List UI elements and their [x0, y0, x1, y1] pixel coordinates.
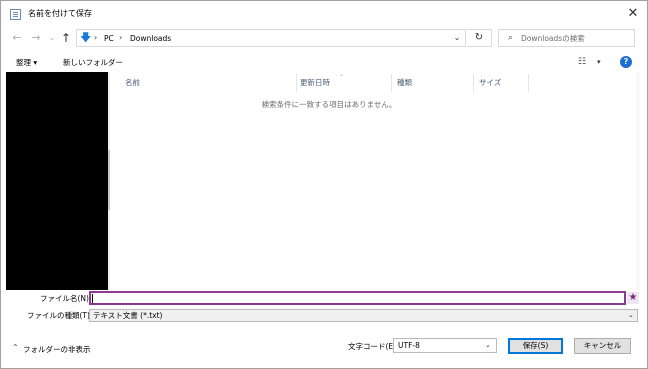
- navigation-bar: ← → ⌄ ↑ 🡇 › PC › Downloads ⌄ ↻ ⌕ Downloa…: [1, 27, 647, 51]
- chevron-up-icon[interactable]: ⌃: [12, 343, 19, 352]
- up-button[interactable]: ↑: [59, 31, 73, 45]
- address-dropdown-icon[interactable]: ⌄: [451, 32, 463, 44]
- column-header-modified[interactable]: 更新日時: [300, 78, 330, 87]
- notepad-icon: [10, 9, 21, 20]
- navigation-pane[interactable]: [6, 72, 108, 290]
- hide-folders-button[interactable]: フォルダーの非表示: [23, 345, 91, 354]
- search-input[interactable]: ⌕ Downloadsの検索: [498, 29, 635, 47]
- back-button[interactable]: ←: [10, 31, 24, 45]
- column-header-name[interactable]: 名前: [125, 78, 140, 87]
- filetype-value: テキスト文書 (*.txt): [93, 311, 163, 320]
- chevron-down-icon: ⌄: [485, 341, 491, 349]
- breadcrumb-pc[interactable]: PC: [104, 34, 114, 43]
- dialog-footer: ⌃ フォルダーの非表示 文字コード(E): UTF-8 ⌄ 保存(S) キャンセ…: [1, 333, 647, 363]
- refresh-button[interactable]: ↻: [467, 29, 492, 47]
- column-divider[interactable]: [473, 74, 474, 92]
- filetype-select[interactable]: テキスト文書 (*.txt) ⌄: [89, 309, 638, 322]
- search-placeholder: Downloadsの検索: [521, 34, 585, 43]
- organize-button[interactable]: 整理 ▾: [16, 58, 37, 67]
- column-header-size[interactable]: サイズ: [479, 78, 501, 87]
- download-arrow-icon: 🡇: [80, 31, 92, 44]
- breadcrumb-downloads[interactable]: Downloads: [130, 34, 171, 43]
- filename-field[interactable]: [89, 291, 626, 305]
- chevron-down-icon: ⌄: [628, 311, 634, 319]
- encoding-label: 文字コード(E):: [348, 342, 399, 351]
- file-list[interactable]: 名前 ⌄ 更新日時 種類 サイズ 検索条件に一致する項目はありません。: [110, 71, 636, 290]
- search-icon: ⌕: [508, 33, 514, 43]
- save-button[interactable]: 保存(S): [508, 338, 563, 354]
- address-bar[interactable]: 🡇 › PC › Downloads ⌄: [76, 29, 466, 47]
- filetype-label: ファイルの種類(T):: [27, 311, 93, 320]
- new-folder-button[interactable]: 新しいフォルダー: [63, 58, 123, 67]
- recent-locations-button[interactable]: ⌄: [45, 31, 59, 45]
- help-icon[interactable]: ?: [620, 56, 632, 68]
- breadcrumb-separator: ›: [119, 33, 123, 42]
- window-title: 名前を付けて保存: [28, 9, 92, 18]
- sort-indicator-icon: ⌄: [339, 71, 345, 78]
- close-button[interactable]: ✕: [622, 3, 644, 25]
- view-dropdown-icon[interactable]: ▾: [597, 58, 601, 66]
- forward-button[interactable]: →: [29, 31, 43, 45]
- cancel-button[interactable]: キャンセル: [574, 338, 631, 354]
- empty-results-message: 検索条件に一致する項目はありません。: [261, 100, 397, 109]
- file-list-scrollbar[interactable]: [636, 72, 640, 290]
- encoding-value: UTF-8: [398, 341, 420, 350]
- command-bar: 整理 ▾ 新しいフォルダー ☷ ▾ ?: [1, 55, 647, 71]
- text-cursor: [92, 294, 93, 303]
- column-divider[interactable]: [528, 74, 529, 92]
- breadcrumb-separator: ›: [94, 33, 98, 42]
- column-header-type[interactable]: 種類: [397, 78, 412, 87]
- star-icon[interactable]: ★: [627, 292, 639, 304]
- encoding-select[interactable]: UTF-8 ⌄: [393, 338, 497, 353]
- view-options-icon[interactable]: ☷: [578, 57, 586, 67]
- column-divider[interactable]: [296, 74, 297, 92]
- filename-label: ファイル名(N):: [40, 294, 92, 303]
- title-bar: 名前を付けて保存 ✕: [1, 1, 647, 27]
- column-divider[interactable]: [391, 74, 392, 92]
